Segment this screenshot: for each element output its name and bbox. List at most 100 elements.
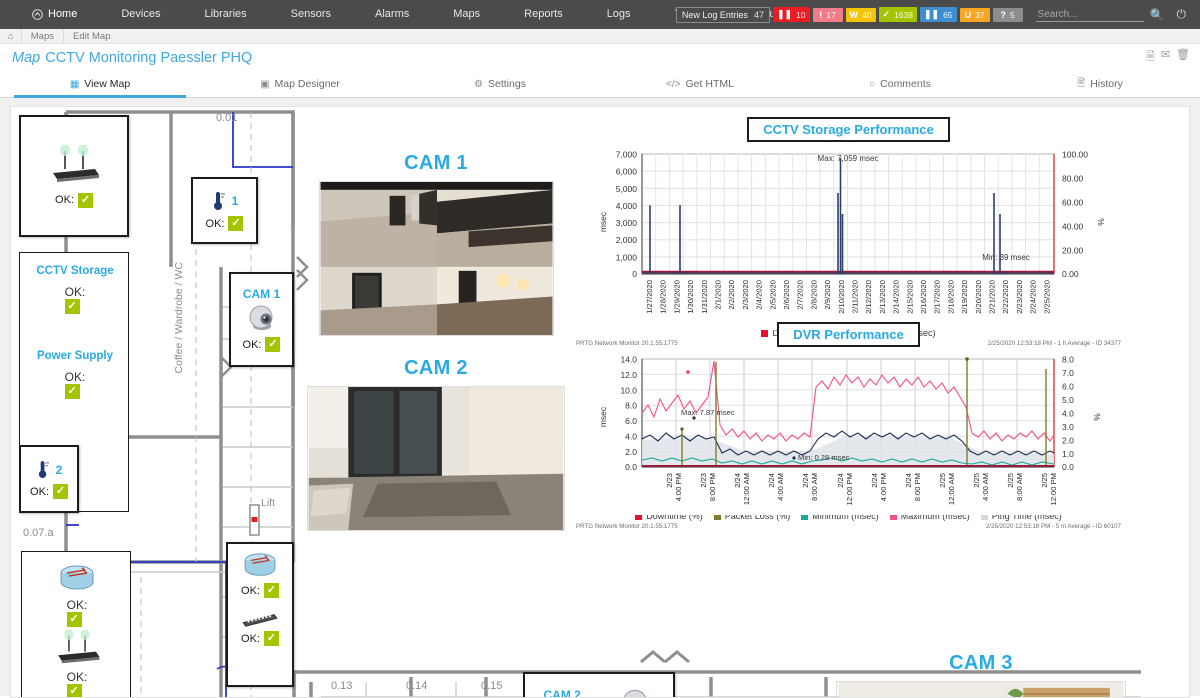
paused-count: 65 bbox=[943, 10, 952, 20]
chart-dvr-performance[interactable]: DVR Performance bbox=[576, 322, 1121, 539]
node-status-cam1: OK: ✓ bbox=[243, 337, 281, 352]
svg-text:4,000: 4,000 bbox=[616, 201, 638, 211]
node-label-power-supply: Power Supply bbox=[37, 350, 113, 362]
cam-panel-1[interactable]: CAM 1 bbox=[301, 152, 571, 339]
svg-text:2/4/2020: 2/4/2020 bbox=[755, 280, 764, 310]
node-router-left[interactable]: OK: ✓ bbox=[22, 564, 132, 627]
node-router-mid[interactable]: OK: ✓ bbox=[228, 552, 292, 598]
node-group-bottom-left[interactable]: OK: ✓ OK: ✓ bbox=[21, 551, 131, 698]
chart-title-cctv-storage: CCTV Storage Performance bbox=[747, 117, 950, 142]
status-badge-unknown[interactable]: ? 5 bbox=[993, 8, 1023, 22]
nav-item-logs[interactable]: Logs bbox=[585, 0, 653, 29]
nav-item-home[interactable]: Home bbox=[10, 0, 99, 29]
comment-icon: ○ bbox=[869, 79, 875, 90]
cam1-live-image bbox=[319, 181, 554, 336]
nav-item-sensors[interactable]: Sensors bbox=[269, 0, 353, 29]
wifi-router-icon bbox=[50, 630, 104, 666]
cam-panel-2[interactable]: CAM 2 bbox=[301, 357, 571, 534]
node-cam2[interactable]: CAM 2 OK: ✓ bbox=[523, 672, 675, 698]
breadcrumb-item-maps[interactable]: Maps bbox=[22, 29, 64, 44]
tab-view-map[interactable]: ▦ View Map bbox=[0, 71, 200, 97]
breadcrumb: ⌂ Maps Edit Map bbox=[0, 29, 1200, 44]
status-badge-down-acknowledged[interactable]: ! 17 bbox=[813, 8, 843, 22]
nav-item-devices[interactable]: Devices bbox=[99, 0, 182, 29]
svg-text:2/8/2020: 2/8/2020 bbox=[809, 280, 818, 310]
chart-annotation-min-cctv: Min: 39 msec bbox=[982, 253, 1030, 262]
chart-cctv-storage-performance[interactable]: CCTV Storage Performance bbox=[576, 117, 1121, 356]
node-group-router-switch[interactable]: OK: ✓ OK: ✓ bbox=[226, 542, 294, 687]
breadcrumb-item-edit-map[interactable]: Edit Map bbox=[64, 29, 120, 44]
node-status-temperature-1: OK: ✓ bbox=[206, 216, 244, 231]
page-title: Map CCTV Monitoring Paessler PHQ bbox=[12, 50, 252, 66]
status-badge-paused[interactable]: ❚❚ 65 bbox=[920, 7, 957, 22]
page-title-name: CCTV Monitoring Paessler PHQ bbox=[45, 50, 252, 66]
status-badge-warning[interactable]: W 40 bbox=[846, 8, 876, 22]
node-switch-mid[interactable]: OK: ✓ bbox=[228, 612, 292, 646]
search-input[interactable] bbox=[1036, 8, 1144, 22]
cam3-live-image bbox=[836, 681, 1126, 698]
cam-panel-title-1: CAM 1 bbox=[301, 152, 571, 175]
new-log-entries-button[interactable]: New Log Entries 47 bbox=[676, 7, 770, 23]
map-icon: ▦ bbox=[70, 79, 79, 90]
camera-icon bbox=[245, 303, 279, 333]
node-status-switch-mid: OK: ✓ bbox=[241, 631, 279, 646]
svg-text:2,000: 2,000 bbox=[616, 235, 638, 245]
page-icon[interactable]: 🗎 bbox=[1146, 48, 1155, 67]
tab-comments[interactable]: ○ Comments bbox=[800, 71, 1000, 97]
node-wifi-left[interactable]: OK: ✓ bbox=[22, 630, 132, 698]
power-icon[interactable]: ⏻ bbox=[1171, 7, 1193, 22]
ok-label: OK: bbox=[241, 633, 260, 645]
nav-item-reports[interactable]: Reports bbox=[502, 0, 585, 29]
node-wifi-top[interactable]: OK: ✓ bbox=[19, 115, 129, 237]
svg-text:2/15/2020: 2/15/2020 bbox=[905, 280, 914, 314]
svg-text:5,000: 5,000 bbox=[616, 184, 638, 194]
svg-text:2/24: 2/24 bbox=[733, 473, 742, 488]
nav-item-alarms[interactable]: Alarms bbox=[353, 0, 431, 29]
tab-get-html[interactable]: </> Get HTML bbox=[600, 71, 800, 97]
svg-text:4:00 PM: 4:00 PM bbox=[674, 473, 683, 501]
node-status-temperature-2: OK: ✓ bbox=[30, 484, 68, 499]
ok-label: OK: bbox=[67, 670, 88, 684]
new-log-entries-label: New Log Entries bbox=[682, 10, 748, 20]
nav-item-maps[interactable]: Maps bbox=[431, 0, 502, 29]
svg-text:8:00 PM: 8:00 PM bbox=[913, 473, 922, 501]
svg-text:4:00 AM: 4:00 AM bbox=[776, 473, 785, 501]
mail-icon[interactable]: ✉ bbox=[1161, 48, 1170, 67]
new-log-entries-count: 47 bbox=[754, 10, 764, 20]
node-temperature-1[interactable]: 1 OK: ✓ bbox=[191, 177, 258, 244]
check-icon: ✓ bbox=[67, 684, 82, 698]
question-icon: ? bbox=[1000, 10, 1006, 20]
svg-text:2/9/2020: 2/9/2020 bbox=[823, 280, 832, 310]
tab-history[interactable]: 🖹 History bbox=[1000, 71, 1200, 97]
warning-icon: W bbox=[850, 10, 859, 20]
node-label-temperature-1: 1 bbox=[232, 194, 239, 208]
chart-footer-left-dvr: PRTG Network Monitor 20.1.55.1775 bbox=[576, 523, 678, 530]
tab-map-designer[interactable]: ▣ Map Designer bbox=[200, 71, 400, 97]
status-badge-unusual[interactable]: U 37 bbox=[960, 8, 990, 22]
nav-item-libraries[interactable]: Libraries bbox=[182, 0, 268, 29]
chart-plot-cctv-storage: Max: 7,059 msec Min: 39 msec 7,0006,000 … bbox=[576, 142, 1121, 330]
check-icon: ✓ bbox=[65, 384, 80, 399]
search-icon[interactable]: 🔍 bbox=[1144, 8, 1171, 22]
node-cctv-storage[interactable]: CCTV Storage OK: ✓ bbox=[20, 265, 130, 314]
svg-text:0: 0 bbox=[632, 269, 637, 279]
node-power-supply[interactable]: Power Supply OK: ✓ bbox=[20, 350, 130, 399]
ok-label: OK: bbox=[241, 585, 260, 597]
ok-label: OK: bbox=[67, 598, 88, 612]
cam-panel-3[interactable]: CAM 3 bbox=[831, 652, 1131, 698]
tab-label-comments: Comments bbox=[880, 78, 931, 90]
breadcrumb-home-icon[interactable]: ⌂ bbox=[0, 29, 22, 44]
status-badge-down[interactable]: ❚❚ 10 bbox=[773, 7, 810, 22]
nav-label-sensors: Sensors bbox=[291, 0, 331, 29]
svg-text:2/21/2020: 2/21/2020 bbox=[988, 280, 997, 314]
cam2-live-image bbox=[307, 386, 565, 531]
map-canvas[interactable]: 0.01 0.07.a 0.13 0.14 0.15 Coffee / Ward… bbox=[10, 106, 1190, 698]
svg-text:2/18/2020: 2/18/2020 bbox=[946, 280, 955, 314]
svg-text:12:00 AM: 12:00 AM bbox=[742, 473, 751, 505]
check-icon: ✓ bbox=[228, 216, 243, 231]
node-temperature-2[interactable]: 2 OK: ✓ bbox=[19, 445, 79, 513]
tab-settings[interactable]: ⚙ Settings bbox=[400, 71, 600, 97]
status-badge-up[interactable]: ✓ 1638 bbox=[879, 7, 917, 22]
trash-icon[interactable]: 🗑 bbox=[1176, 48, 1190, 67]
node-cam1[interactable]: CAM 1 OK: ✓ bbox=[229, 272, 294, 367]
